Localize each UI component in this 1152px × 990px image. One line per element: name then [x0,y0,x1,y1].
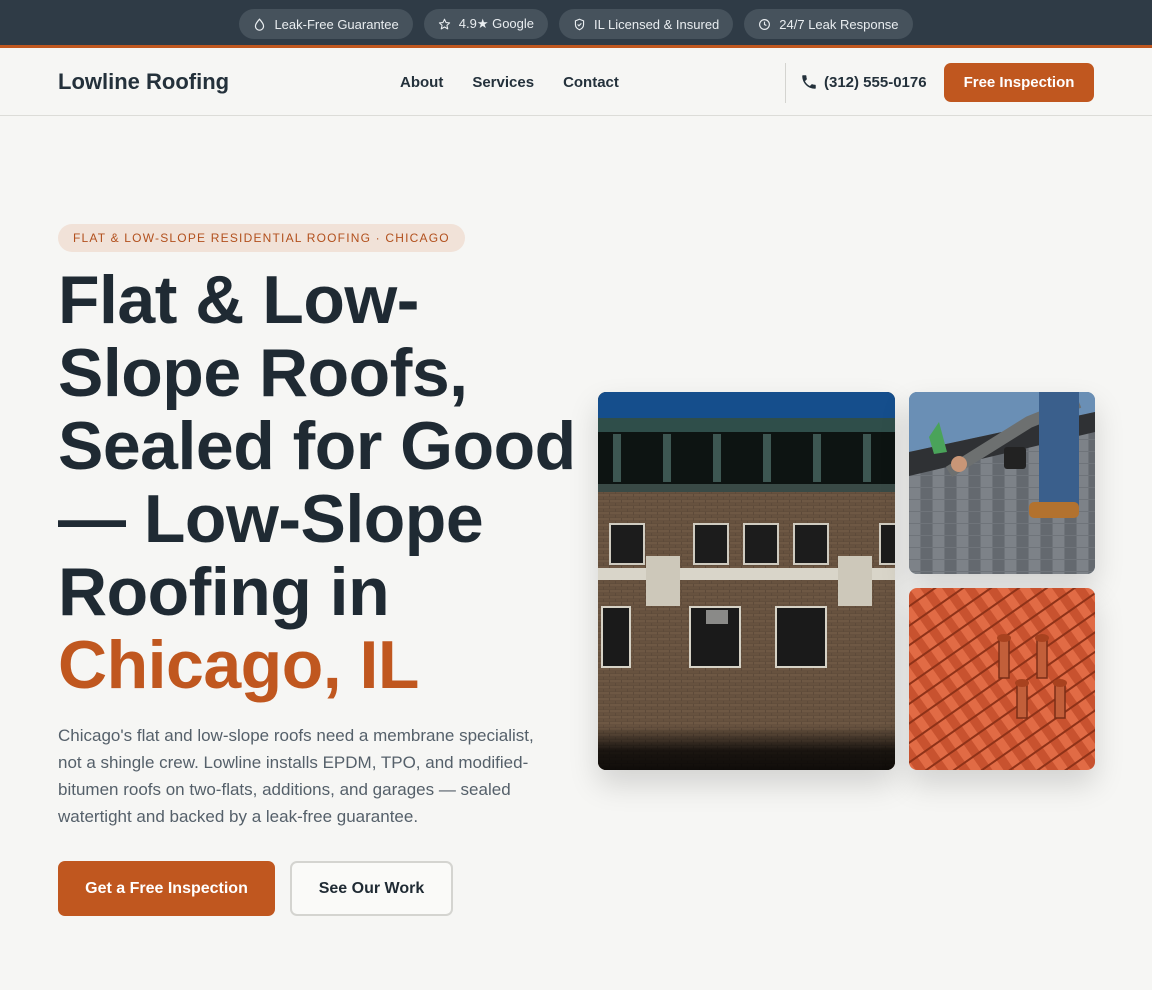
badge-label: Leak-Free Guarantee [274,16,399,32]
trust-badges: Leak-Free Guarantee 4.9★ Google IL Licen… [0,9,1152,39]
badge-24-7: 24/7 Leak Response [744,9,913,39]
nav-link-contact[interactable]: Contact [563,74,619,91]
hero-eyebrow: FLAT & LOW-SLOPE RESIDENTIAL ROOFING · C… [58,224,465,252]
nav-divider [785,63,786,103]
droplet-icon [255,17,265,31]
phone-number: (312) 555-0176 [824,73,927,91]
phone-icon [802,75,816,89]
logo[interactable]: Lowline Roofing [58,69,229,95]
hero-headline: Flat & Low-Slope Roofs, Sealed for Good … [58,264,578,702]
get-free-inspection-button[interactable]: Get a Free Inspection [58,861,275,916]
nav-links: About Services Contact [400,74,619,91]
badge-label: 4.9★ Google [458,16,535,31]
clock-icon [759,18,771,30]
hero-lede: Chicago's flat and low-slope roofs need … [58,726,534,826]
badge-leak-free: Leak-Free Guarantee [239,9,413,39]
nav-link-services[interactable]: Services [472,74,534,91]
shield-check-icon [574,18,585,30]
badge-google-rating: 4.9★ Google [423,9,549,39]
trust-bar: Leak-Free Guarantee 4.9★ Google IL Licen… [0,0,1152,48]
clay-tiles-photo [909,588,1095,770]
badge-licensed: IL Licensed & Insured [559,9,734,39]
badge-label: 24/7 Leak Response [779,16,899,32]
roofer-photo [909,392,1095,574]
headline-main: Flat & Low-Slope Roofs, Sealed for Good … [58,262,576,630]
nav-link-about[interactable]: About [400,74,443,91]
headline-accent: Chicago, IL [58,627,419,703]
free-inspection-button[interactable]: Free Inspection [944,63,1094,102]
see-our-work-button[interactable]: See Our Work [290,861,453,916]
main-nav: Lowline Roofing About Services Contact (… [0,51,1152,116]
phone-link[interactable]: (312) 555-0176 [800,73,927,91]
building-photo [598,392,895,770]
star-icon [438,18,450,29]
badge-label: IL Licensed & Insured [594,16,720,32]
